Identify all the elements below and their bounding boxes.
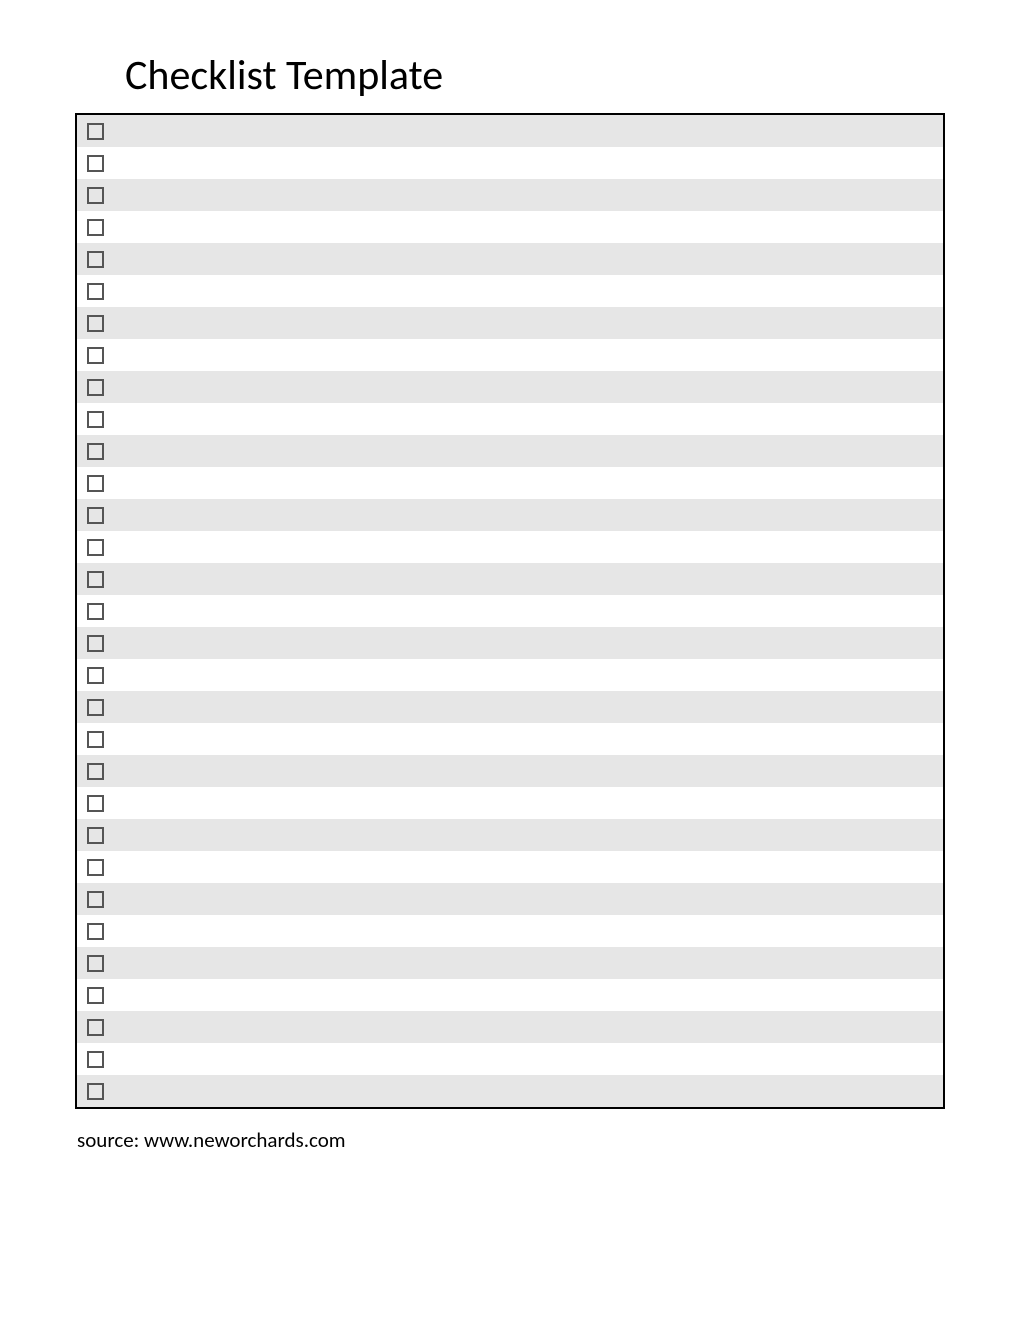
checkbox-icon[interactable] — [87, 411, 104, 428]
checklist-row — [77, 435, 943, 467]
checklist-row — [77, 755, 943, 787]
checklist-row — [77, 1043, 943, 1075]
checklist-row — [77, 851, 943, 883]
checklist-table — [75, 113, 945, 1109]
page-title: Checklist Template — [125, 50, 945, 101]
checkbox-icon[interactable] — [87, 187, 104, 204]
checklist-row — [77, 819, 943, 851]
checkbox-icon[interactable] — [87, 955, 104, 972]
checklist-row — [77, 275, 943, 307]
checklist-row — [77, 307, 943, 339]
checkbox-icon[interactable] — [87, 763, 104, 780]
checkbox-icon[interactable] — [87, 603, 104, 620]
checklist-row — [77, 947, 943, 979]
checkbox-icon[interactable] — [87, 539, 104, 556]
checkbox-icon[interactable] — [87, 923, 104, 940]
checklist-row — [77, 147, 943, 179]
checkbox-icon[interactable] — [87, 507, 104, 524]
checkbox-icon[interactable] — [87, 475, 104, 492]
checklist-row — [77, 659, 943, 691]
checklist-row — [77, 1075, 943, 1107]
checklist-row — [77, 371, 943, 403]
checkbox-icon[interactable] — [87, 987, 104, 1004]
checkbox-icon[interactable] — [87, 571, 104, 588]
checklist-row — [77, 787, 943, 819]
checklist-row — [77, 595, 943, 627]
checklist-row — [77, 691, 943, 723]
checklist-row — [77, 723, 943, 755]
checkbox-icon[interactable] — [87, 667, 104, 684]
checklist-row — [77, 1011, 943, 1043]
checkbox-icon[interactable] — [87, 251, 104, 268]
checklist-row — [77, 211, 943, 243]
checkbox-icon[interactable] — [87, 827, 104, 844]
checkbox-icon[interactable] — [87, 859, 104, 876]
checklist-row — [77, 915, 943, 947]
checklist-row — [77, 979, 943, 1011]
checklist-row — [77, 243, 943, 275]
checkbox-icon[interactable] — [87, 219, 104, 236]
checkbox-icon[interactable] — [87, 123, 104, 140]
checklist-row — [77, 339, 943, 371]
checkbox-icon[interactable] — [87, 379, 104, 396]
checkbox-icon[interactable] — [87, 1083, 104, 1100]
checklist-row — [77, 883, 943, 915]
checklist-row — [77, 499, 943, 531]
checklist-row — [77, 563, 943, 595]
checkbox-icon[interactable] — [87, 443, 104, 460]
checkbox-icon[interactable] — [87, 731, 104, 748]
checkbox-icon[interactable] — [87, 1019, 104, 1036]
checkbox-icon[interactable] — [87, 315, 104, 332]
checklist-row — [77, 403, 943, 435]
checkbox-icon[interactable] — [87, 795, 104, 812]
checklist-row — [77, 531, 943, 563]
checklist-row — [77, 115, 943, 147]
checkbox-icon[interactable] — [87, 699, 104, 716]
checklist-row — [77, 467, 943, 499]
checkbox-icon[interactable] — [87, 283, 104, 300]
checkbox-icon[interactable] — [87, 891, 104, 908]
checklist-row — [77, 179, 943, 211]
checkbox-icon[interactable] — [87, 347, 104, 364]
checklist-row — [77, 627, 943, 659]
checkbox-icon[interactable] — [87, 635, 104, 652]
checkbox-icon[interactable] — [87, 155, 104, 172]
checkbox-icon[interactable] — [87, 1051, 104, 1068]
source-attribution: source: www.neworchards.com — [77, 1127, 945, 1153]
